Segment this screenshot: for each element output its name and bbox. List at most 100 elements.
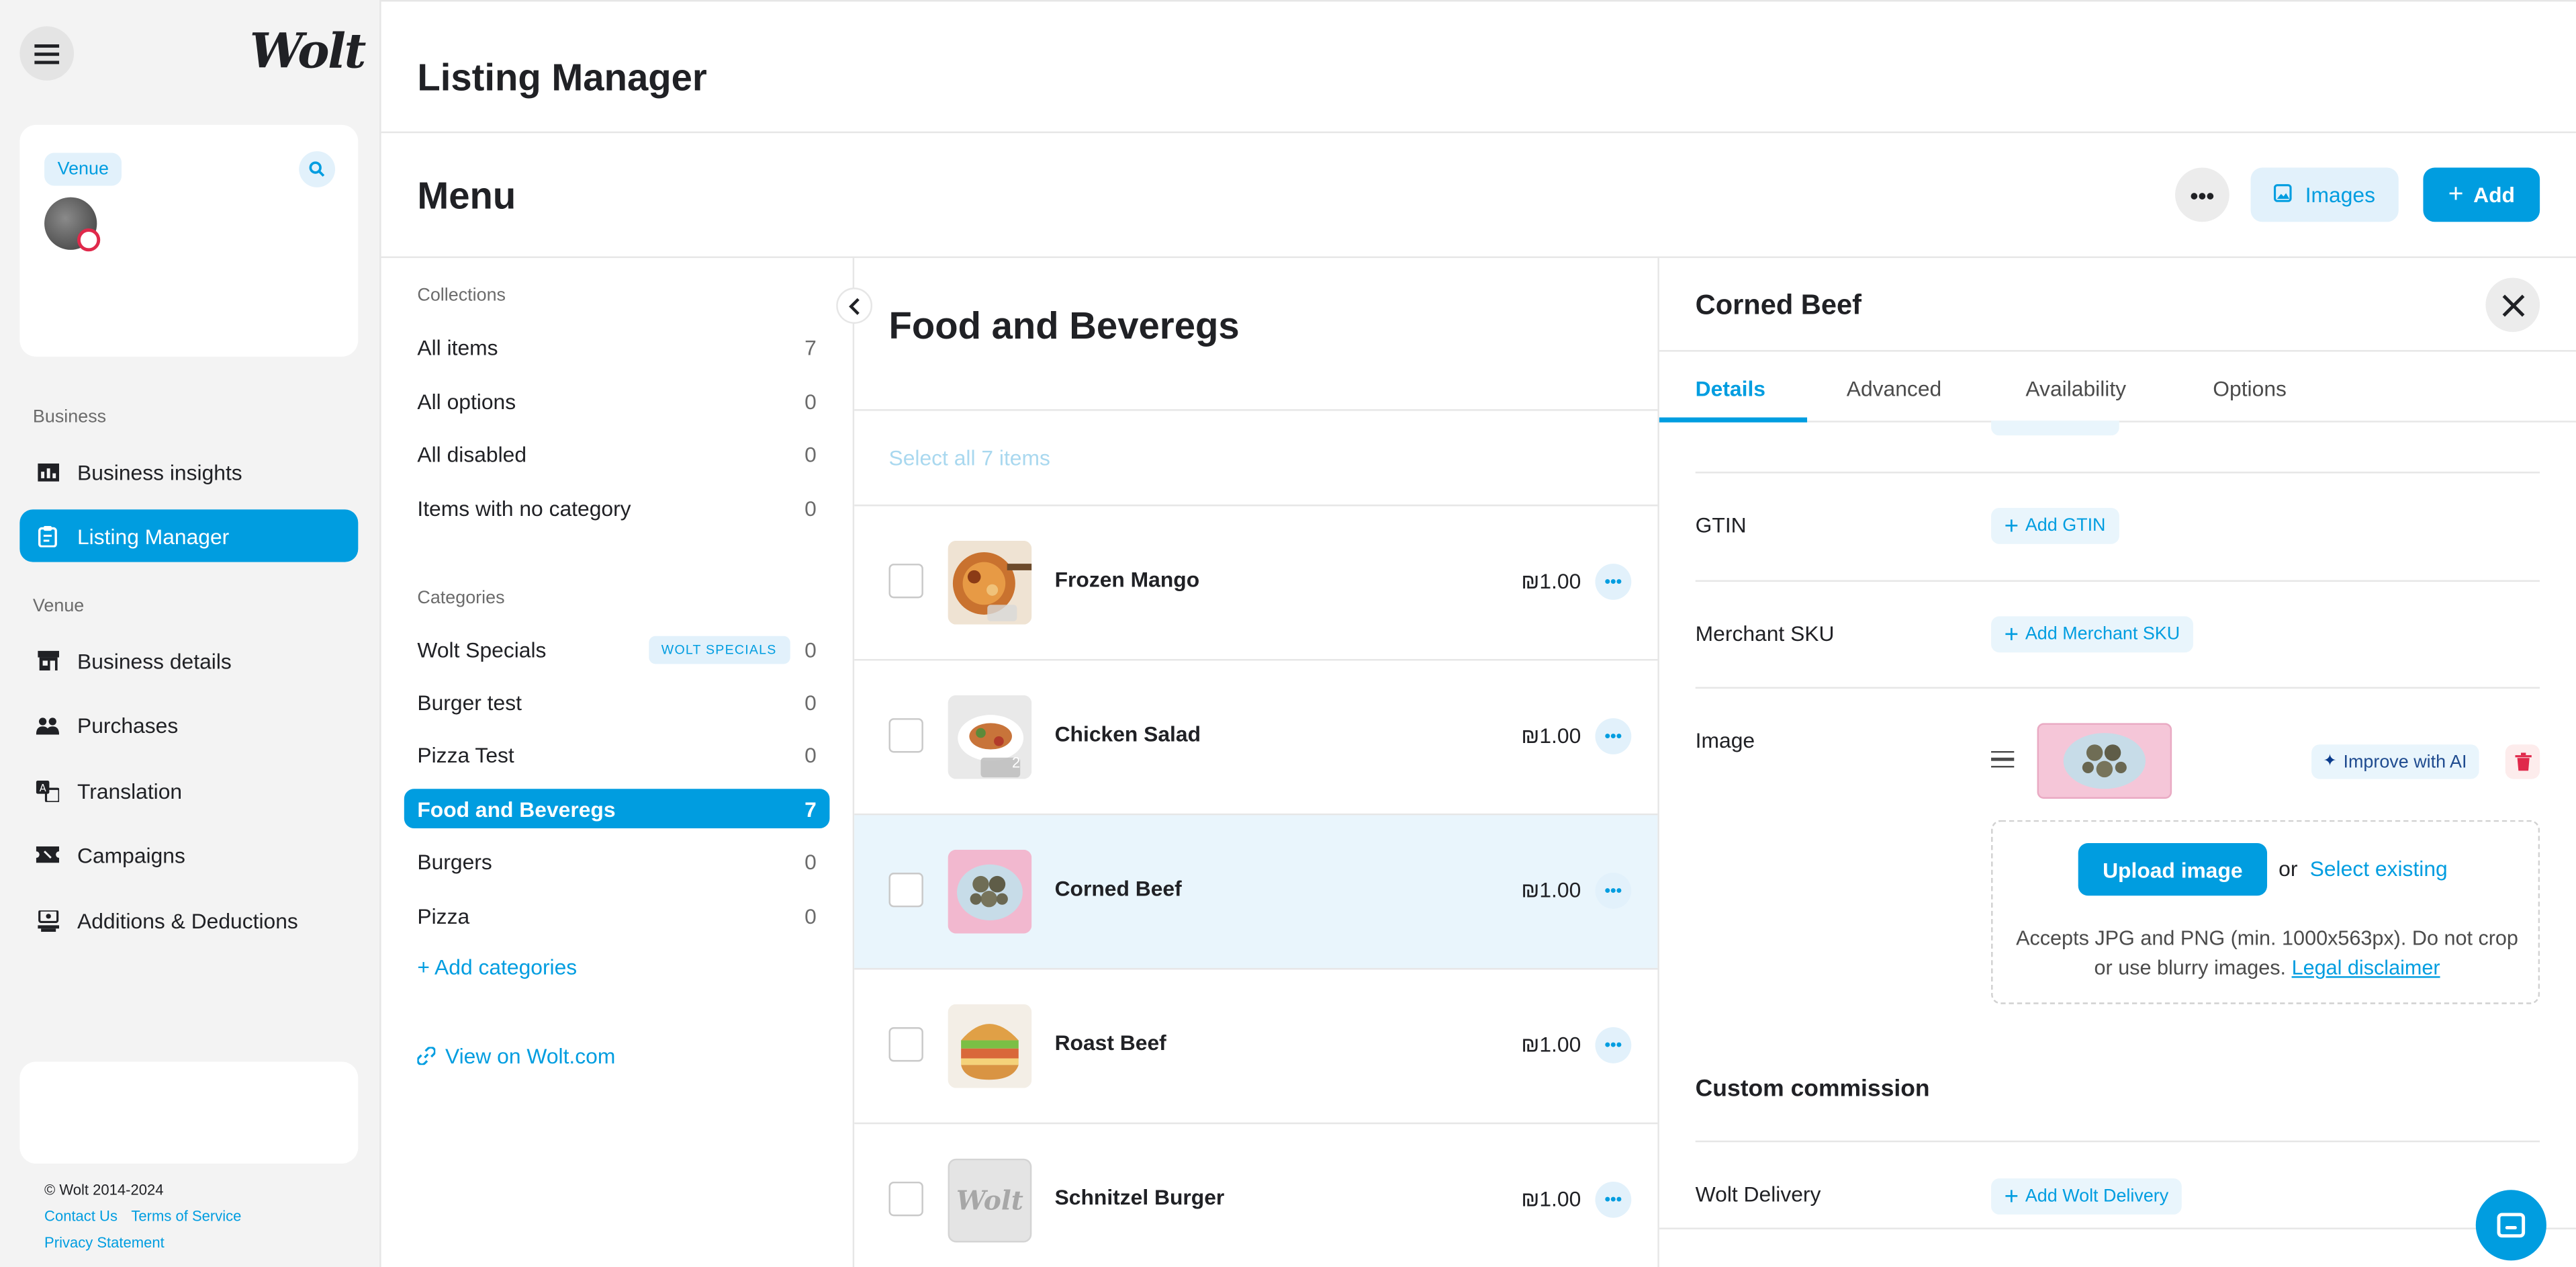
- items-divider: [854, 409, 1658, 411]
- category-label: Wolt Specials: [417, 636, 547, 662]
- category-burgers[interactable]: Burgers 0: [404, 842, 830, 881]
- category-pizza-test[interactable]: Pizza Test 0: [404, 735, 830, 775]
- add-merchant-sku-button[interactable]: + Add Merchant SKU: [1991, 616, 2193, 653]
- venue-card: Venue: [19, 124, 359, 357]
- scrolled-field-button[interactable]: [1991, 421, 2119, 436]
- collapse-panel-button[interactable]: [836, 288, 873, 324]
- sidebar-bottom-card: [19, 1061, 359, 1164]
- collection-count: 7: [804, 334, 817, 359]
- item-checkbox[interactable]: [888, 1181, 923, 1217]
- image-upload-dropzone[interactable]: Upload image or Select existing Accepts …: [1991, 820, 2540, 1004]
- add-categories-link[interactable]: + Add categories: [417, 955, 577, 979]
- select-all-link[interactable]: Select all 7 items: [889, 445, 1050, 470]
- delete-image-button[interactable]: [2505, 744, 2540, 779]
- placeholder-logo: Wolt: [956, 1184, 1023, 1217]
- close-detail-button[interactable]: [2485, 277, 2540, 333]
- sidebar-item-translation[interactable]: A Translation: [19, 764, 358, 817]
- field-divider: [1695, 1140, 2540, 1143]
- item-more-button[interactable]: •••: [1595, 718, 1632, 754]
- terms-link[interactable]: Terms of Service: [131, 1208, 241, 1224]
- wolt-logo[interactable]: Wolt: [250, 23, 367, 79]
- item-row-chicken-salad[interactable]: 2 Chicken Salad ₪1.00 •••: [854, 660, 1658, 816]
- category-wolt-specials[interactable]: Wolt Specials WOLT SPECIALS 0: [404, 629, 830, 669]
- footer-links: Contact Us Terms of Service: [44, 1208, 251, 1224]
- search-icon: [309, 161, 325, 177]
- collection-all-items[interactable]: All items 7: [404, 327, 830, 367]
- legal-disclaimer-link[interactable]: Legal disclaimer: [2292, 957, 2440, 979]
- category-label: Pizza: [417, 903, 470, 928]
- trash-icon: [2514, 752, 2531, 771]
- gtin-label: GTIN: [1695, 513, 1747, 537]
- category-food-and-beveregs[interactable]: Food and Beveregs 7: [404, 789, 830, 828]
- plus-icon: +: [2004, 1182, 2019, 1211]
- category-label: Food and Beveregs: [417, 796, 616, 821]
- item-row-schnitzel-burger[interactable]: Wolt Schnitzel Burger ₪1.00 •••: [854, 1124, 1657, 1267]
- collection-count: 0: [804, 441, 817, 466]
- add-gtin-button[interactable]: + Add GTIN: [1991, 507, 2119, 544]
- add-wolt-delivery-button[interactable]: + Add Wolt Delivery: [1991, 1178, 2182, 1215]
- support-chat-button[interactable]: [2475, 1190, 2546, 1261]
- add-button[interactable]: + Add: [2423, 167, 2540, 222]
- sidebar-item-campaigns[interactable]: Campaigns: [19, 828, 358, 881]
- select-existing-link[interactable]: Select existing: [2310, 857, 2448, 881]
- item-row-corned-beef[interactable]: Corned Beef ₪1.00 •••: [854, 815, 1658, 970]
- more-options-button[interactable]: •••: [2175, 167, 2229, 222]
- collection-all-options[interactable]: All options 0: [404, 382, 830, 421]
- sidebar-item-additions-deductions[interactable]: Additions & Deductions: [19, 894, 358, 947]
- category-count: 0: [804, 689, 817, 714]
- item-row-frozen-mango[interactable]: Frozen Mango ₪1.00 •••: [854, 506, 1658, 661]
- tab-options[interactable]: Options: [2213, 376, 2287, 401]
- item-price: ₪1.00: [1521, 1032, 1581, 1057]
- privacy-link[interactable]: Privacy Statement: [44, 1234, 165, 1250]
- collection-no-category[interactable]: Items with no category 0: [404, 488, 830, 528]
- wolt-delivery-label: Wolt Delivery: [1695, 1181, 1821, 1207]
- images-button[interactable]: Images: [2250, 167, 2399, 222]
- category-count: 0: [804, 903, 817, 928]
- top-border: [381, 0, 2576, 2]
- improve-with-ai-button[interactable]: ✦ Improve with AI: [2311, 744, 2479, 779]
- item-more-button[interactable]: •••: [1595, 1181, 1632, 1218]
- item-checkbox[interactable]: [888, 718, 923, 753]
- item-more-button[interactable]: •••: [1595, 564, 1632, 600]
- more-dots-icon: •••: [1604, 881, 1622, 900]
- more-dots-icon: •••: [1604, 727, 1622, 746]
- clipboard-icon: [36, 525, 59, 547]
- sidebar-item-label: Campaigns: [77, 842, 185, 867]
- item-checkbox[interactable]: [888, 564, 923, 599]
- add-merchant-sku-label: Add Merchant SKU: [2025, 624, 2180, 644]
- item-row-roast-beef[interactable]: Roast Beef ₪1.00 •••: [854, 969, 1658, 1125]
- item-more-button[interactable]: •••: [1595, 1027, 1632, 1063]
- tab-details[interactable]: Details: [1696, 376, 1765, 401]
- category-pizza[interactable]: Pizza 0: [404, 895, 830, 935]
- category-burger-test[interactable]: Burger test 0: [404, 682, 830, 722]
- tab-availability[interactable]: Availability: [2025, 376, 2126, 401]
- view-on-wolt-link[interactable]: View on Wolt.com: [416, 1043, 615, 1068]
- category-count: 0: [804, 636, 817, 662]
- sidebar-item-purchases[interactable]: Purchases: [19, 699, 358, 751]
- item-checkbox[interactable]: [888, 1027, 923, 1062]
- wolt-specials-tag: WOLT SPECIALS: [648, 635, 790, 664]
- venue-search-button[interactable]: [299, 151, 336, 187]
- item-more-button[interactable]: •••: [1595, 873, 1632, 909]
- menu-toggle-button[interactable]: [19, 26, 75, 81]
- link-icon: [416, 1046, 436, 1066]
- contact-link[interactable]: Contact Us: [44, 1208, 118, 1224]
- page-title: Listing Manager: [417, 56, 707, 99]
- item-image-preview[interactable]: [2037, 723, 2172, 799]
- header-divider: [381, 131, 2576, 134]
- venue-avatar[interactable]: [44, 197, 101, 252]
- sidebar-item-business-details[interactable]: Business details: [19, 634, 358, 687]
- item-checkbox[interactable]: [888, 873, 923, 908]
- sidebar-item-listing-manager[interactable]: Listing Manager: [19, 509, 359, 562]
- sidebar-item-business-insights[interactable]: Business insights: [19, 445, 358, 498]
- collection-all-disabled[interactable]: All disabled 0: [404, 434, 830, 474]
- chevron-left-icon: [849, 297, 860, 314]
- drag-handle-icon[interactable]: [1991, 751, 2015, 768]
- category-label: Burger test: [417, 689, 522, 714]
- items-panel: Food and Beveregs Select all 7 items Fro…: [854, 258, 1659, 1267]
- ticket-icon: [36, 844, 60, 864]
- category-label: Pizza Test: [417, 742, 514, 767]
- upload-image-button[interactable]: Upload image: [2078, 843, 2268, 896]
- tab-advanced[interactable]: Advanced: [1847, 376, 1941, 401]
- image-icon: [2274, 183, 2293, 206]
